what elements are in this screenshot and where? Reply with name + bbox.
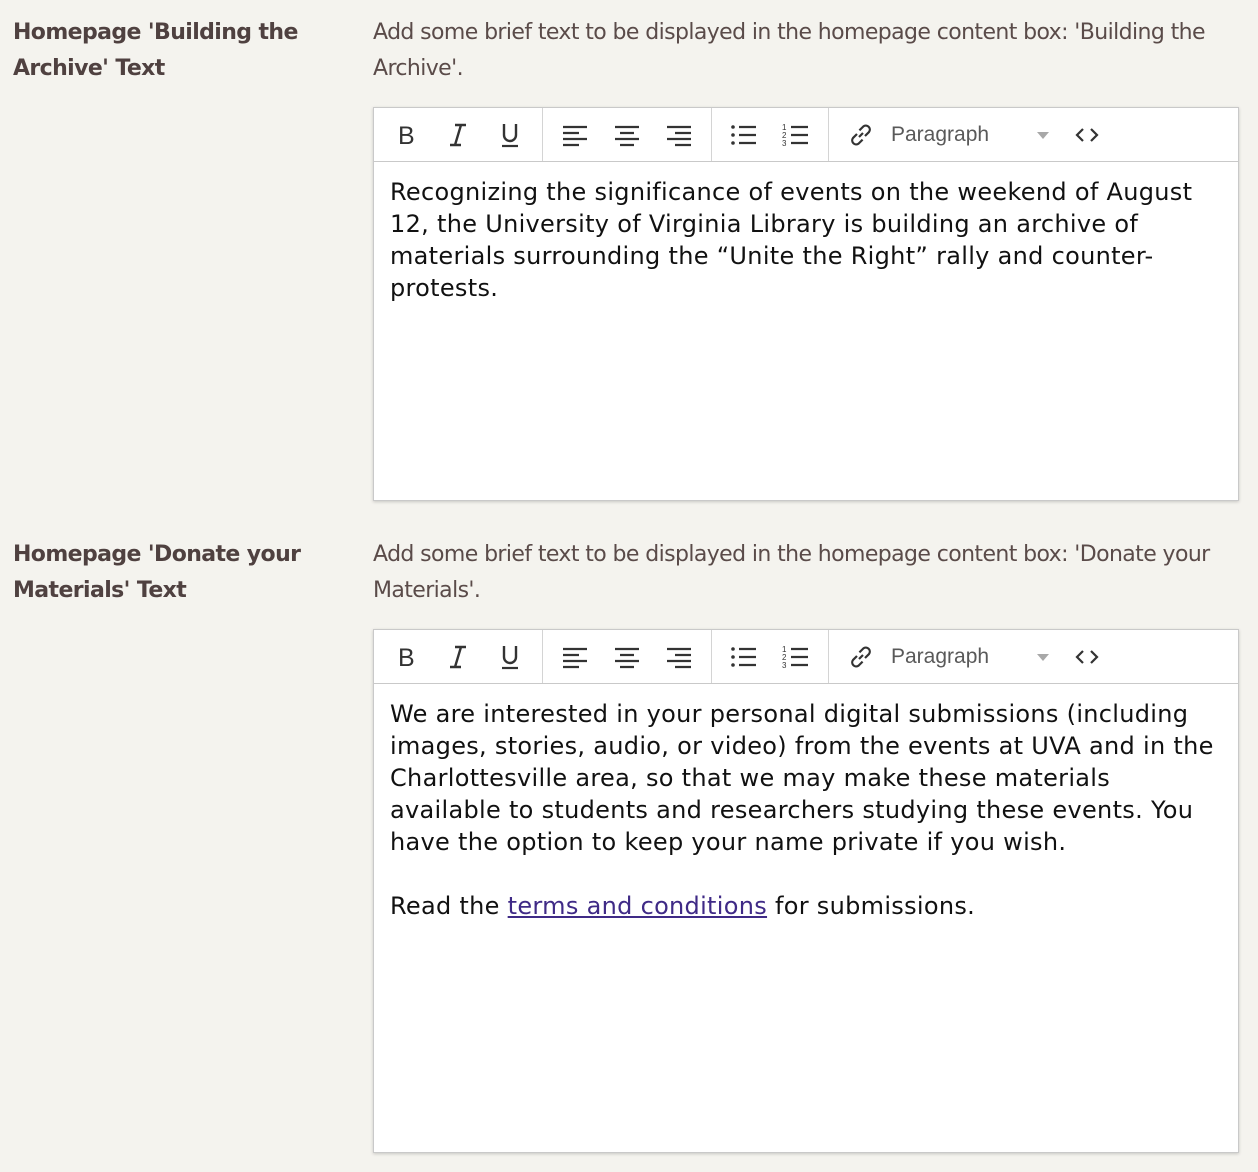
- terms-text-before: Read the: [390, 892, 508, 920]
- italic-icon[interactable]: [437, 115, 479, 155]
- format-dropdown[interactable]: Paragraph: [887, 115, 1061, 155]
- editor-toolbar: B 123 Paragraph: [374, 108, 1238, 162]
- editor-content-area[interactable]: We are interested in your personal digit…: [374, 684, 1238, 922]
- rich-text-editor[interactable]: B 123 Paragraph: [373, 107, 1239, 501]
- field-description: Add some brief text to be displayed in t…: [373, 20, 1206, 81]
- source-code-icon[interactable]: [1066, 115, 1108, 155]
- editor-content-area[interactable]: Recognizing the significance of events o…: [374, 162, 1238, 304]
- format-dropdown[interactable]: Paragraph: [887, 637, 1061, 677]
- content-paragraph-terms: Read the terms and conditions for submis…: [390, 890, 1222, 922]
- align-left-icon[interactable]: [554, 115, 596, 155]
- svg-text:B: B: [398, 123, 415, 147]
- align-center-icon[interactable]: [606, 115, 648, 155]
- alignment-group: [543, 630, 712, 683]
- bulleted-list-icon[interactable]: [723, 637, 765, 677]
- insert-group: Paragraph: [829, 630, 1119, 683]
- italic-icon[interactable]: [437, 637, 479, 677]
- list-group: 123: [712, 630, 829, 683]
- svg-text:3: 3: [782, 139, 787, 148]
- field-label: Homepage 'Building the Archive' Text: [13, 20, 298, 81]
- bold-icon[interactable]: B: [385, 637, 427, 677]
- editor-toolbar: B 123 Paragraph: [374, 630, 1238, 684]
- text-style-group: B: [374, 630, 543, 683]
- insert-group: Paragraph: [829, 108, 1119, 161]
- svg-text:B: B: [398, 645, 415, 669]
- numbered-list-icon[interactable]: 123: [775, 637, 817, 677]
- align-center-icon[interactable]: [606, 637, 648, 677]
- chevron-down-icon: [1037, 131, 1049, 139]
- source-code-icon[interactable]: [1066, 637, 1108, 677]
- format-dropdown-label: Paragraph: [891, 644, 990, 668]
- chevron-down-icon: [1037, 653, 1049, 661]
- list-group: 123: [712, 108, 829, 161]
- bold-icon[interactable]: B: [385, 115, 427, 155]
- rich-text-editor[interactable]: B 123 Paragraph: [373, 629, 1239, 1153]
- field-description: Add some brief text to be displayed in t…: [373, 542, 1210, 603]
- link-icon[interactable]: [840, 637, 882, 677]
- link-icon[interactable]: [840, 115, 882, 155]
- underline-icon[interactable]: [489, 637, 531, 677]
- terms-and-conditions-link[interactable]: terms and conditions: [508, 892, 767, 920]
- field-label: Homepage 'Donate your Materials' Text: [13, 542, 301, 603]
- align-right-icon[interactable]: [658, 115, 700, 155]
- numbered-list-icon[interactable]: 123: [775, 115, 817, 155]
- align-right-icon[interactable]: [658, 637, 700, 677]
- alignment-group: [543, 108, 712, 161]
- content-paragraph: We are interested in your personal digit…: [390, 700, 1214, 856]
- content-paragraph: Recognizing the significance of events o…: [390, 178, 1193, 302]
- format-dropdown-label: Paragraph: [891, 122, 990, 146]
- terms-text-after: for submissions.: [767, 892, 976, 920]
- bulleted-list-icon[interactable]: [723, 115, 765, 155]
- svg-text:3: 3: [782, 661, 787, 670]
- text-style-group: B: [374, 108, 543, 161]
- underline-icon[interactable]: [489, 115, 531, 155]
- align-left-icon[interactable]: [554, 637, 596, 677]
